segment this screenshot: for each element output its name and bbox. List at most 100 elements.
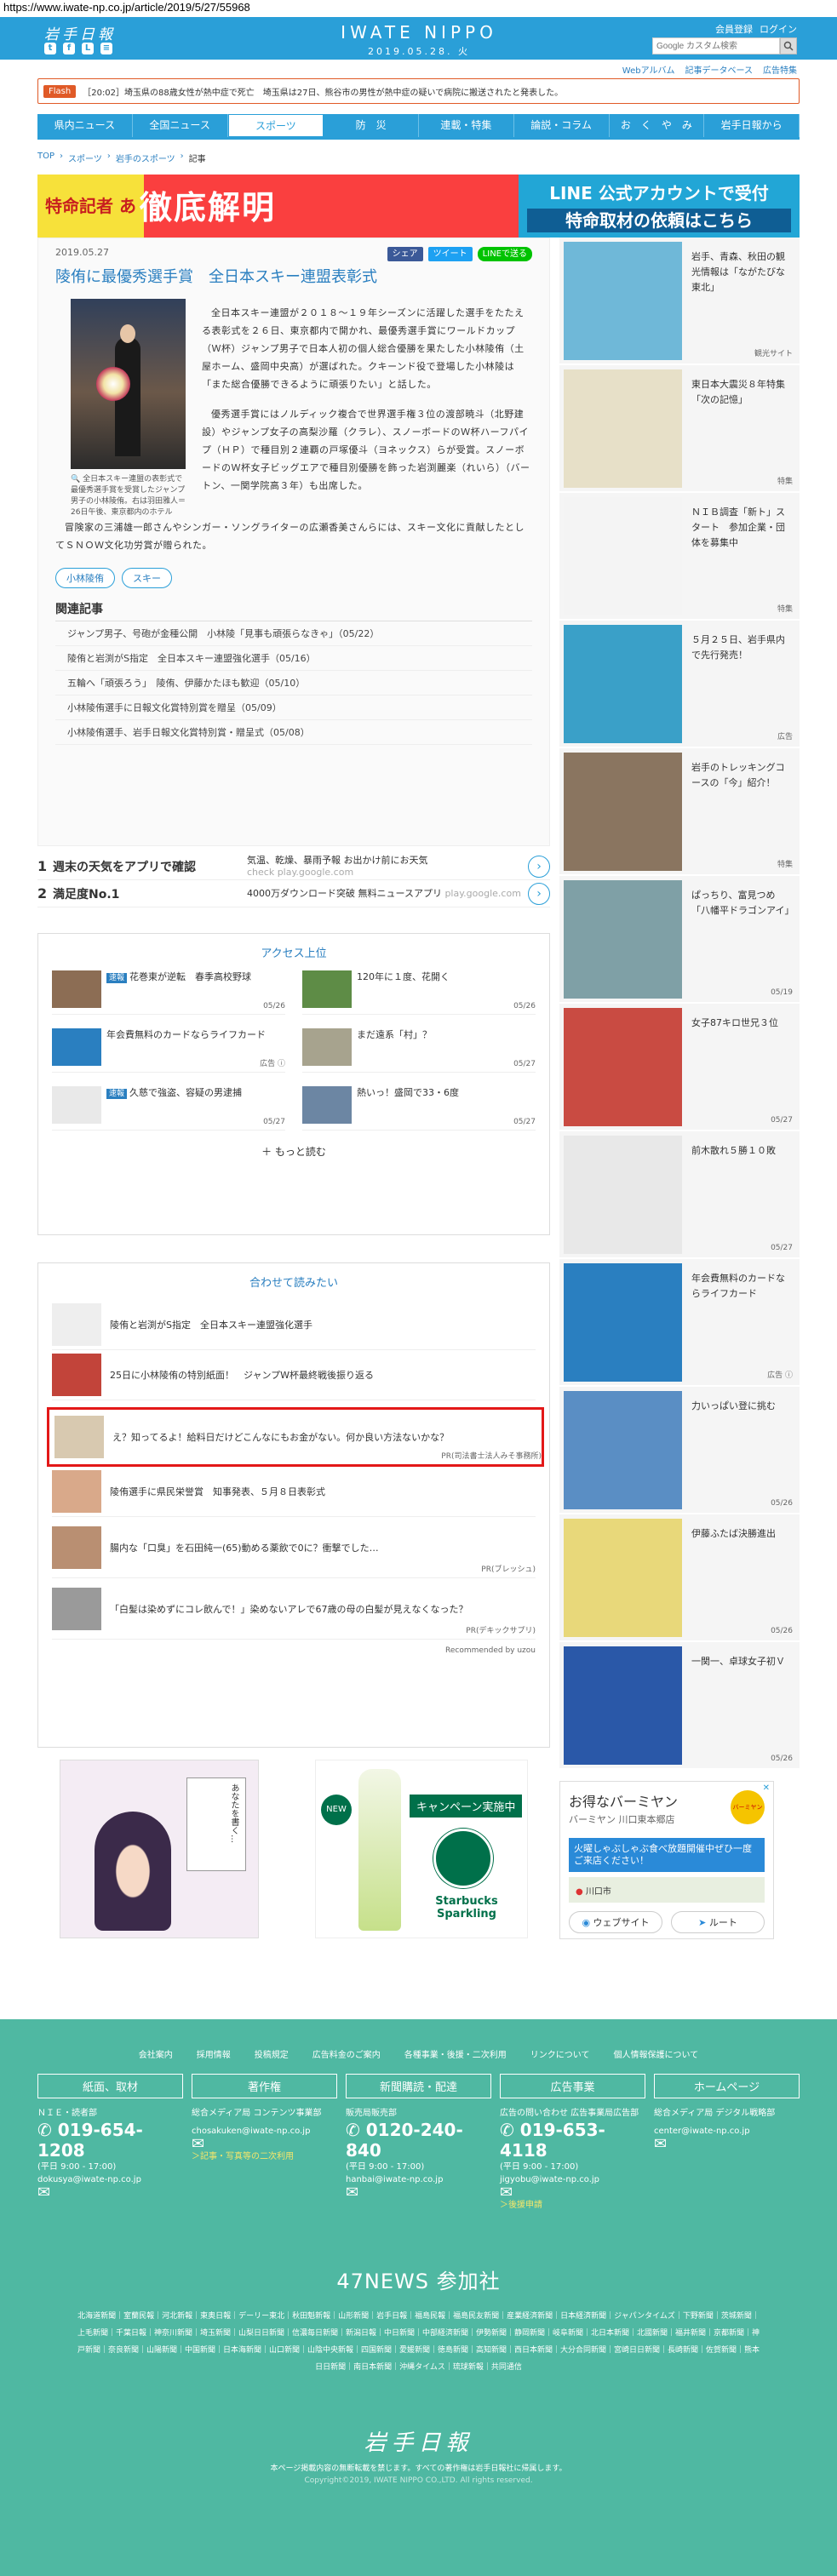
ranking-thumb[interactable] (302, 1028, 352, 1066)
recommend-text[interactable]: 25日に小林陵侑の特別紙面！ ジャンプW杯最終戦後振り返る (110, 1368, 536, 1382)
ranking-thumb[interactable] (302, 1086, 352, 1124)
more-button[interactable]: ＋ もっと読む (38, 1131, 549, 1171)
sidebar-text[interactable]: 伊藤ふたば決勝進出 (686, 1514, 800, 1640)
sidebar-item[interactable]: ぱっちり、富見つめ「八幡平ドラゴンアイ」 05/19 (559, 876, 800, 1003)
recommend-item[interactable]: 25日に小林陵侑の特別紙面！ ジャンプW杯最終戦後振り返る (52, 1350, 536, 1400)
sidebar-text[interactable]: 年会費無料のカードならライフカード (686, 1259, 800, 1385)
contact-email[interactable]: chosakuken@iwate-np.co.jp (192, 2125, 337, 2138)
text-ad[interactable]: 2 満足度No.1 4000万ダウンロード突破 無料ニュースアプリ play.g… (37, 880, 550, 907)
search-input[interactable] (652, 37, 780, 54)
contact-email[interactable]: center@iwate-np.co.jp (654, 2125, 800, 2138)
ranking-item[interactable]: 速報 久慈で強盗、容疑の男逮捕 05/27 (52, 1086, 285, 1131)
chevron-right-icon[interactable]: › (528, 882, 550, 905)
rss-icon[interactable]: ≡ (100, 43, 112, 54)
related-article[interactable]: 陵侑と岩渕がS指定 全日本スキー連盟強化選手（05/16） (55, 646, 532, 671)
contact-email[interactable]: jigyobu@iwate-np.co.jp (500, 2173, 645, 2186)
recommend-text[interactable]: 「白髪は染めずにコレ飲んで！」染めないアレで67歳の母の白髪が見えなくなった？ (110, 1602, 536, 1616)
bamiyan-ad[interactable]: ✕ お得なバーミヤン バーミヤン 川口東本郷店 バーミヤン 火曜しゃぶしゃぶ食べ… (559, 1781, 774, 1939)
mail-icon[interactable]: ✉ (192, 2137, 337, 2152)
recommend-thumb[interactable] (52, 1587, 101, 1630)
related-article[interactable]: 小林陵侑選手、岩手日報文化賞特別賞・贈呈式（05/08） (55, 720, 532, 745)
sidebar-item[interactable]: 前木散れ５勝１０敗 05/27 (559, 1131, 800, 1258)
recommend-item[interactable]: 腸内な「口臭」を石田純一(65)動める薬飲で0に？衝撃でした… PR(ブレッシュ… (52, 1517, 536, 1578)
sidebar-thumb[interactable] (564, 753, 682, 871)
sidebar-text[interactable]: 前木散れ５勝１０敗 (686, 1131, 800, 1257)
recommend-thumb[interactable] (54, 1416, 104, 1458)
sidebar-item[interactable]: 東日本大震災８年特集「次の記憶」 特集 (559, 365, 800, 492)
ranking-item[interactable]: 年会費無料のカードならライフカード 広告 ⓘ (52, 1028, 285, 1073)
text-ad[interactable]: 1 週末の天気をアプリで確認 気温、乾燥、暴雨予報 お出かけ前にお天気 check… (37, 853, 550, 880)
sidebar-thumb[interactable] (564, 625, 682, 743)
mail-icon[interactable]: ✉ (37, 2185, 183, 2201)
website-button[interactable]: ◉ ウェブサイト (569, 1911, 662, 1933)
recommend-text[interactable]: 陵侑選手に県民栄誉賞 知事発表、５月８日表彰式 (110, 1485, 536, 1498)
ranking-thumb[interactable] (52, 1028, 101, 1066)
flash-ticker[interactable]: Flash ［20:02］埼玉県の88歳女性が熱中症で死亡 埼玉県は27日、熊谷… (37, 78, 800, 104)
sidebar-thumb[interactable] (564, 1136, 682, 1254)
sidebar-text[interactable]: 女子87キロ世兄３位 (686, 1004, 800, 1130)
article-photo[interactable]: 🔍 全日本スキー連盟の表彰式で最優秀選手賞を受賞したジャンプ男子の小林陵侑。右は… (71, 299, 190, 518)
contact-phone[interactable]: 0120-240-840 (346, 2120, 463, 2161)
sidebar-item[interactable]: ５月２５日、岩手県内で先行発売！ 広告 (559, 621, 800, 747)
footer-link[interactable]: リンクについて (530, 2047, 590, 2060)
facebook-share-button[interactable]: シェア (387, 247, 423, 261)
sidebar-item[interactable]: 女子87キロ世兄３位 05/27 (559, 1004, 800, 1131)
footer-logo[interactable]: 岩手日報 (0, 2425, 837, 2457)
n47-papers[interactable]: 北海道新聞｜室蘭民報｜河北新報｜東奥日報｜デーリー東北｜秋田魁新報｜山形新聞｜岩… (77, 2308, 760, 2376)
manga-ad[interactable]: あなたを書く… (60, 1760, 259, 1938)
footer-link[interactable]: 会社案内 (139, 2047, 173, 2060)
tag-kobayashi[interactable]: 小林陵侑 (55, 568, 115, 588)
recommend-item[interactable]: 陵侑と岩渕がS指定 全日本スキー連盟強化選手 (52, 1300, 536, 1350)
sidebar-thumb[interactable] (564, 880, 682, 999)
line-share-button[interactable]: LINEで送る (477, 247, 532, 261)
tag-ski[interactable]: スキー (122, 568, 172, 588)
bamiyan-promo[interactable]: 火曜しゃぶしゃぶ食べ放題開催中ぜひ一度ご来店ください！ (569, 1838, 765, 1872)
recommend-thumb[interactable] (52, 1354, 101, 1396)
recommend-text[interactable]: 陵侑と岩渕がS指定 全日本スキー連盟強化選手 (110, 1318, 536, 1331)
brand[interactable]: IWATE NIPPO 2019.05.28. 火 (335, 22, 502, 58)
facebook-icon[interactable]: f (63, 43, 75, 54)
login-link[interactable]: ログイン (760, 22, 797, 36)
tab-from-nippo[interactable]: 岩手日報から (704, 114, 800, 137)
sidebar-text[interactable]: 一関一、卓球女子初Ｖ (686, 1642, 800, 1768)
sidebar-thumb[interactable] (564, 1646, 682, 1765)
contact-phone[interactable]: 019-653-4118 (500, 2120, 605, 2161)
ranking-item[interactable]: 120年に１度、花開く 05/26 (302, 970, 536, 1015)
tab-local-news[interactable]: 県内ニュース (37, 114, 133, 137)
sidebar-thumb[interactable] (564, 242, 682, 360)
search-button[interactable] (780, 37, 797, 54)
sidebar-item[interactable]: 岩手のトレッキングコースの「今」紹介！ 特集 (559, 748, 800, 875)
tokumei-banner[interactable]: 特命記者 あなたの疑問 徹底解明 LINE 公式アカウントで受付 特命取材の依頼… (37, 175, 800, 238)
starbucks-ad[interactable]: NEW キャンペーン実施中 Starbucks Sparkling (315, 1760, 528, 1938)
sidebar-thumb[interactable] (564, 1391, 682, 1509)
twitter-share-button[interactable]: ツイート (427, 247, 473, 261)
flash-text[interactable]: ［20:02］埼玉県の88歳女性が熱中症で死亡 埼玉県は27日、熊谷市の男性が熱… (83, 85, 563, 98)
recommend-text[interactable]: 腸内な「口臭」を石田純一(65)動める薬飲で0に？衝撃でした… (110, 1541, 536, 1554)
footer-link[interactable]: 各種事業・後援・二次利用 (404, 2047, 507, 2060)
ad-close-icon[interactable]: ✕ (763, 1783, 770, 1793)
bamiyan-map[interactable]: ● 川口市 (569, 1877, 765, 1903)
zoom-icon[interactable]: 🔍 (71, 475, 80, 484)
ad-headline[interactable]: 満足度No.1 (49, 885, 247, 902)
mail-icon[interactable]: ✉ (500, 2185, 645, 2201)
mail-icon[interactable]: ✉ (346, 2185, 491, 2201)
related-article[interactable]: 小林陵侑選手に日報文化賞特別賞を贈呈（05/09） (55, 696, 532, 720)
recommend-text[interactable]: え？知ってるよ！給料日だけどこんなにもお金がない。何か良い方法ないかな？ (112, 1430, 542, 1444)
subnav-web-album[interactable]: Webアルバム (622, 63, 675, 76)
sidebar-thumb[interactable] (564, 1519, 682, 1637)
sidebar-text[interactable]: ぱっちり、富見つめ「八幡平ドラゴンアイ」 (686, 876, 800, 1002)
breadcrumb-top[interactable]: TOP (37, 152, 54, 164)
ranking-item[interactable]: まだ遠系「村」？ 05/27 (302, 1028, 536, 1073)
ranking-thumb[interactable] (302, 970, 352, 1008)
recommend-item-highlighted[interactable]: え？知ってるよ！給料日だけどこんなにもお金がない。何か良い方法ないかな？ PR(… (47, 1407, 544, 1467)
breadcrumb-iwate-sports[interactable]: 岩手のスポーツ (116, 152, 175, 164)
sidebar-text[interactable]: 岩手のトレッキングコースの「今」紹介！ (686, 748, 800, 874)
sidebar-thumb[interactable] (564, 1008, 682, 1126)
sidebar-item[interactable]: 一関一、卓球女子初Ｖ 05/26 (559, 1642, 800, 1769)
sidebar-item[interactable]: 力いっぱい登に挑む 05/26 (559, 1387, 800, 1514)
footer-link[interactable]: 個人情報保護について (614, 2047, 699, 2060)
url-bar[interactable]: https://www.iwate-np.co.jp/article/2019/… (0, 0, 837, 17)
recommend-thumb[interactable] (52, 1303, 101, 1346)
secondary-use-link[interactable]: ＞記事・写真等の二次利用 (192, 2150, 337, 2163)
recommend-item[interactable]: 「白髪は染めずにコレ飲んで！」染めないアレで67歳の母の白髪が見えなくなった？ … (52, 1578, 536, 1640)
